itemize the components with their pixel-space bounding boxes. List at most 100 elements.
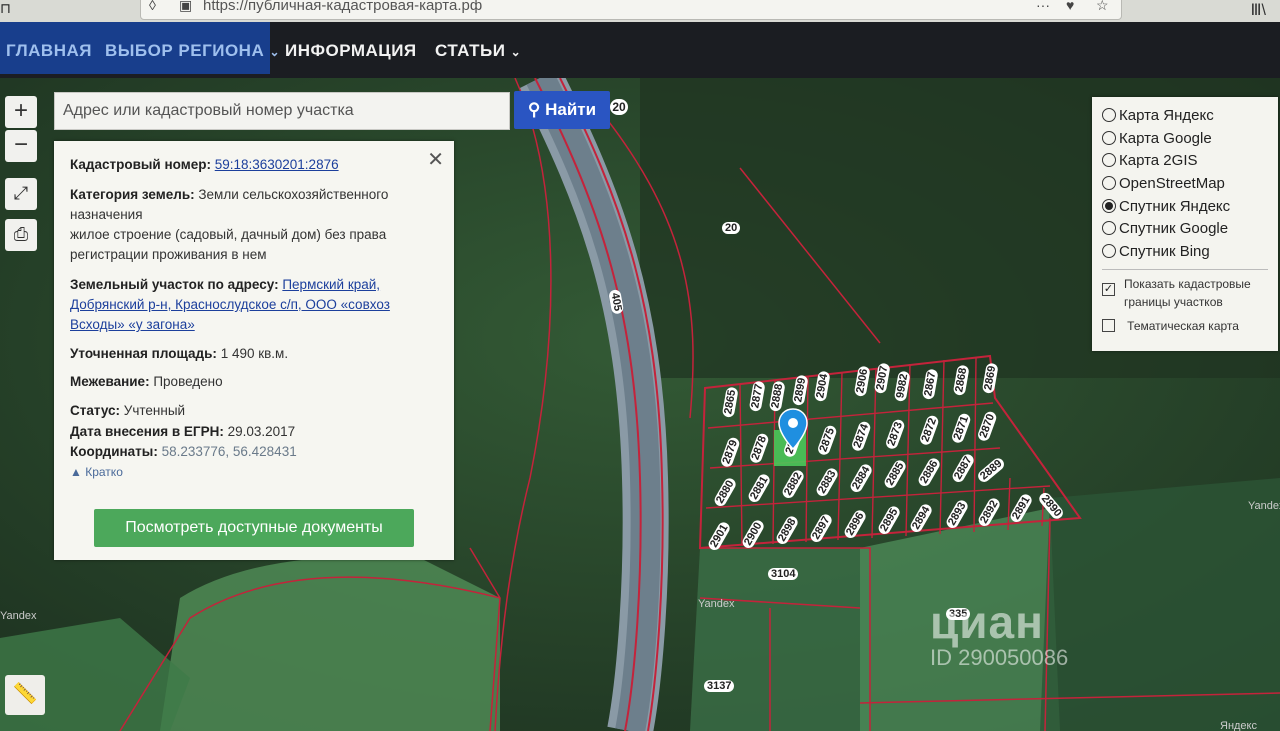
nav-item-articles[interactable]: СТАТЬИ ⌄	[435, 22, 521, 74]
map-label: 3104	[768, 568, 799, 580]
layer-label: Карта Google	[1119, 130, 1212, 147]
layer-label: Спутник Bing	[1119, 243, 1210, 260]
library-icon[interactable]: Ⅲ\	[1251, 0, 1266, 20]
thematic-map-checkbox[interactable]: Тематическая карта	[1102, 315, 1239, 337]
nav-item-region-label: ВЫБОР РЕГИОНА	[105, 41, 265, 60]
layer-label: OpenStreetMap	[1119, 175, 1225, 192]
cian-logo: циан	[930, 596, 1044, 648]
map-label: 3137	[704, 680, 735, 692]
watermark: циан ID 290050086	[930, 595, 1068, 671]
map-label: Yandex	[1248, 500, 1280, 512]
browser-icon: ⊓	[0, 0, 11, 16]
shield-icon[interactable]: ◊	[149, 0, 156, 13]
layer-option[interactable]: Карта Google	[1102, 128, 1212, 150]
category-row: Категория земель: Земли сельскохозяйстве…	[70, 185, 440, 225]
address-label: Земельный участок по адресу:	[70, 277, 279, 292]
radio-selected-icon	[1102, 199, 1116, 213]
nav-item-info[interactable]: ИНФОРМАЦИЯ	[285, 22, 417, 74]
usage-value: жилое строение (садовый, дачный дом) без…	[70, 227, 387, 262]
layer-label: Спутник Яндекс	[1119, 198, 1231, 215]
url-text: https://публичная-кадастровая-карта.рф	[203, 0, 483, 14]
triangle-up-icon: ▲	[70, 465, 82, 479]
egrn-value: 29.03.2017	[227, 424, 296, 439]
layer-label: Карта Яндекс	[1119, 107, 1214, 124]
survey-row: Межевание: Проведено	[70, 372, 440, 392]
ruler-button[interactable]: 📏	[5, 675, 45, 715]
pocket-icon[interactable]: ♥	[1066, 0, 1074, 13]
expand-icon: ⤢	[13, 183, 29, 203]
map-label: Yandex	[0, 610, 37, 622]
printer-icon: ⎙	[13, 224, 29, 244]
layer-option[interactable]: Карта 2GIS	[1102, 150, 1198, 172]
cadastral-row: Кадастровый номер: 59:18:3630201:2876	[70, 155, 440, 175]
status-row: Статус: Учтенный	[70, 401, 440, 421]
show-borders-label: Показать кадастровые границы участков	[1124, 277, 1251, 309]
chevron-down-icon: ⌄	[510, 45, 522, 59]
map-label: Yandex	[698, 598, 735, 610]
survey-value: Проведено	[153, 374, 223, 389]
radio-icon	[1102, 176, 1116, 190]
nav-item-home[interactable]: ГЛАВНАЯ	[6, 22, 92, 74]
map-label: 20	[610, 99, 628, 115]
layer-option[interactable]: OpenStreetMap	[1102, 173, 1225, 195]
nav-item-region[interactable]: ВЫБОР РЕГИОНА ⌄	[105, 22, 280, 74]
divider	[1102, 269, 1268, 270]
area-row: Уточненная площадь: 1 490 кв.м.	[70, 344, 440, 364]
address-bar[interactable]: ◊ ▣ https://публичная-кадастровая-карта.…	[140, 0, 1122, 20]
layer-label: Спутник Google	[1119, 220, 1229, 237]
parcel-info-panel: ✕ Кадастровый номер: 59:18:3630201:2876 …	[54, 141, 454, 560]
brief-toggle[interactable]: ▲ Кратко	[70, 462, 440, 482]
print-button[interactable]: ⎙	[5, 219, 37, 251]
cadastral-number-link[interactable]: 59:18:3630201:2876	[215, 157, 339, 172]
bookmark-star-icon[interactable]: ☆	[1096, 0, 1109, 14]
zoom-out-button[interactable]: −	[5, 130, 37, 162]
map-label: Яндекс	[1220, 720, 1257, 731]
lock-icon: ▣	[179, 0, 193, 13]
layer-option[interactable]: Карта Яндекс	[1102, 105, 1214, 127]
cadastral-label: Кадастровый номер:	[70, 157, 211, 172]
survey-label: Межевание:	[70, 374, 150, 389]
radio-icon	[1102, 153, 1116, 167]
search-icon: ⚲	[527, 100, 541, 119]
search-button-label: Найти	[545, 100, 597, 119]
thematic-map-label: Тематическая карта	[1127, 319, 1239, 333]
search-placeholder: Адрес или кадастровый номер участка	[63, 102, 354, 119]
layer-option[interactable]: Спутник Bing	[1102, 241, 1210, 263]
status-value: Учтенный	[123, 403, 186, 418]
egrn-row: Дата внесения в ЕГРН: 29.03.2017	[70, 422, 440, 442]
checkbox-icon	[1102, 319, 1115, 332]
address-row: Земельный участок по адресу: Пермский кр…	[70, 275, 440, 335]
coords-label: Координаты:	[70, 444, 158, 459]
more-icon[interactable]: ···	[1036, 0, 1050, 13]
coords-value: 58.233776, 56.428431	[161, 444, 297, 459]
checkmark-icon: ✓	[1102, 283, 1115, 296]
search-button[interactable]: ⚲ Найти	[514, 91, 610, 129]
listing-id: ID 290050086	[930, 645, 1069, 670]
fullscreen-button[interactable]: ⤢	[5, 178, 37, 210]
area-label: Уточненная площадь:	[70, 346, 217, 361]
radio-icon	[1102, 131, 1116, 145]
zoom-in-button[interactable]: +	[5, 96, 37, 128]
ruler-icon: 📏	[12, 683, 38, 705]
show-borders-checkbox[interactable]: ✓ Показать кадастровые границы участков	[1102, 275, 1251, 311]
layers-panel: Карта Яндекс Карта Google Карта 2GIS Ope…	[1092, 97, 1278, 351]
nav-item-articles-label: СТАТЬИ	[435, 41, 506, 60]
location-pin-icon[interactable]	[778, 408, 808, 450]
layer-option[interactable]: Спутник Яндекс	[1102, 196, 1230, 218]
area-value: 1 490 кв.м.	[220, 346, 289, 361]
map-label: 20	[722, 222, 741, 234]
chevron-down-icon: ⌄	[269, 45, 281, 59]
layer-option[interactable]: Спутник Google	[1102, 218, 1228, 240]
egrn-label: Дата внесения в ЕГРН:	[70, 424, 224, 439]
layer-label: Карта 2GIS	[1119, 152, 1198, 169]
top-navigation: ГЛАВНАЯ ВЫБОР РЕГИОНА ⌄ ИНФОРМАЦИЯ СТАТЬ…	[0, 22, 1280, 78]
status-label: Статус:	[70, 403, 120, 418]
radio-icon	[1102, 244, 1116, 258]
radio-icon	[1102, 108, 1116, 122]
view-documents-button[interactable]: Посмотреть доступные документы	[94, 509, 414, 547]
coords-row: Координаты: 58.233776, 56.428431	[70, 442, 440, 462]
radio-icon	[1102, 221, 1116, 235]
search-input[interactable]: Адрес или кадастровый номер участка	[54, 92, 510, 130]
category-label: Категория земель:	[70, 187, 195, 202]
brief-link: Кратко	[85, 465, 123, 479]
